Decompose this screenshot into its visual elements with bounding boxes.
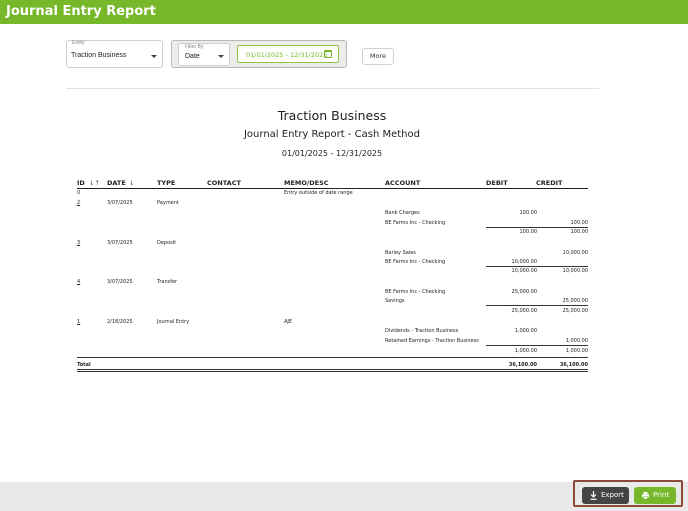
entry-memo: AJE (284, 319, 293, 325)
report-company: Traction Business (277, 108, 387, 123)
date-range-value: 01/01/2025 - 12/31/2025 (246, 51, 328, 59)
entry-account: Savings (385, 298, 405, 304)
sort-desc-icon[interactable]: ↓ (129, 179, 134, 187)
subtotal-credit: 10,000.00 (562, 268, 588, 274)
entry-credit: 100.00 (570, 220, 589, 226)
entry-credit: 1,000.00 (565, 338, 588, 344)
chevron-down-icon (151, 55, 157, 58)
entity-label: Entity (72, 40, 85, 46)
print-label: Print (653, 491, 670, 499)
column-header-memo[interactable]: MEMO/DESC (284, 179, 329, 187)
download-icon (590, 491, 597, 500)
entry-account: BE Farms Inc - Checking (385, 289, 446, 295)
total-rule-double (77, 371, 588, 372)
subtotal-credit: 100.00 (570, 229, 589, 235)
entry-date: 3/07/2025 (107, 279, 133, 285)
filterby-select[interactable]: Filter By Date (178, 43, 230, 66)
entry-debit: 10,000.00 (511, 259, 537, 265)
column-header-type[interactable]: TYPE (157, 179, 175, 187)
filterby-value: Date (185, 53, 200, 60)
subtotal-rule (486, 305, 588, 306)
entry-type: Payment (157, 200, 179, 206)
entry-account: Bank Charges (385, 210, 420, 216)
subtotal-debit: 10,000.00 (511, 268, 537, 274)
sort-icon[interactable]: ↓↑ (89, 179, 100, 187)
report-date-range: 01/01/2025 - 12/31/2025 (281, 149, 383, 158)
app-header: Journal Entry Report (0, 0, 688, 24)
subtotal-rule (486, 266, 588, 267)
column-header-id[interactable]: ID (77, 179, 85, 187)
subtotal-credit: 25,000.00 (562, 308, 588, 314)
column-header-debit[interactable]: DEBIT (486, 179, 508, 187)
column-header-contact[interactable]: CONTACT (207, 179, 241, 187)
chevron-down-icon (218, 55, 224, 58)
row-memo: Entry outside of date range (284, 190, 353, 196)
subtotal-rule (486, 345, 588, 346)
entry-debit: 25,000.00 (511, 289, 537, 295)
total-rule-top (77, 357, 588, 358)
more-button[interactable]: More (362, 48, 394, 65)
entry-account: Dividends - Traction Business (385, 328, 459, 334)
entry-account: BE Farms Inc - Checking (385, 259, 446, 265)
divider (66, 88, 599, 89)
print-button[interactable]: Print (634, 487, 676, 504)
report-title: Journal Entry Report - Cash Method (243, 129, 420, 140)
entry-account: Barley Sales (385, 250, 416, 256)
total-label: Total (77, 362, 91, 368)
row-id: 0 (77, 190, 81, 196)
entry-date: 2/18/2025 (107, 319, 133, 325)
entry-type: Deposit (157, 240, 177, 246)
filterby-label: Filter By (185, 44, 204, 50)
entry-id-link[interactable]: 1 (77, 319, 80, 325)
page-title: Journal Entry Report (6, 4, 156, 19)
export-button[interactable]: Export (582, 487, 629, 504)
entry-account: BE Farms Inc - Checking (385, 220, 446, 226)
entry-credit: 10,000.00 (562, 250, 588, 256)
entity-select[interactable]: Entity Traction Business (66, 40, 163, 68)
entry-debit: 1,000.00 (514, 328, 537, 334)
entity-value: Traction Business (71, 52, 127, 59)
printer-icon (642, 492, 649, 499)
calendar-icon[interactable] (324, 50, 332, 58)
subtotal-debit: 25,000.00 (511, 308, 537, 314)
entry-id-link[interactable]: 4 (77, 279, 80, 285)
subtotal-debit: 1,000.00 (514, 348, 537, 354)
total-debit: 36,100.00 (508, 362, 537, 368)
entry-date: 3/07/2025 (107, 200, 133, 206)
subtotal-credit: 1,000.00 (565, 348, 588, 354)
column-header-credit[interactable]: CREDIT (536, 179, 562, 187)
entry-debit: 100.00 (519, 210, 538, 216)
entry-id-link[interactable]: 3 (77, 240, 80, 246)
column-header-date[interactable]: DATE (107, 179, 126, 187)
subtotal-rule (486, 227, 588, 228)
entry-type: Transfer (157, 279, 178, 285)
date-range-picker[interactable]: 01/01/2025 - 12/31/2025 (237, 45, 339, 63)
entry-account: Retained Earnings - Traction Business (385, 338, 479, 344)
subtotal-debit: 100.00 (519, 229, 538, 235)
entry-credit: 25,000.00 (562, 298, 588, 304)
entry-date: 3/07/2025 (107, 240, 133, 246)
column-header-account[interactable]: ACCOUNT (385, 179, 420, 187)
total-credit: 36,100.00 (559, 362, 588, 368)
header-rule (77, 188, 588, 189)
entry-id-link[interactable]: 2 (77, 200, 80, 206)
total-rule-bottom (77, 369, 588, 370)
entry-type: Journal Entry (157, 319, 190, 325)
export-label: Export (601, 491, 624, 499)
